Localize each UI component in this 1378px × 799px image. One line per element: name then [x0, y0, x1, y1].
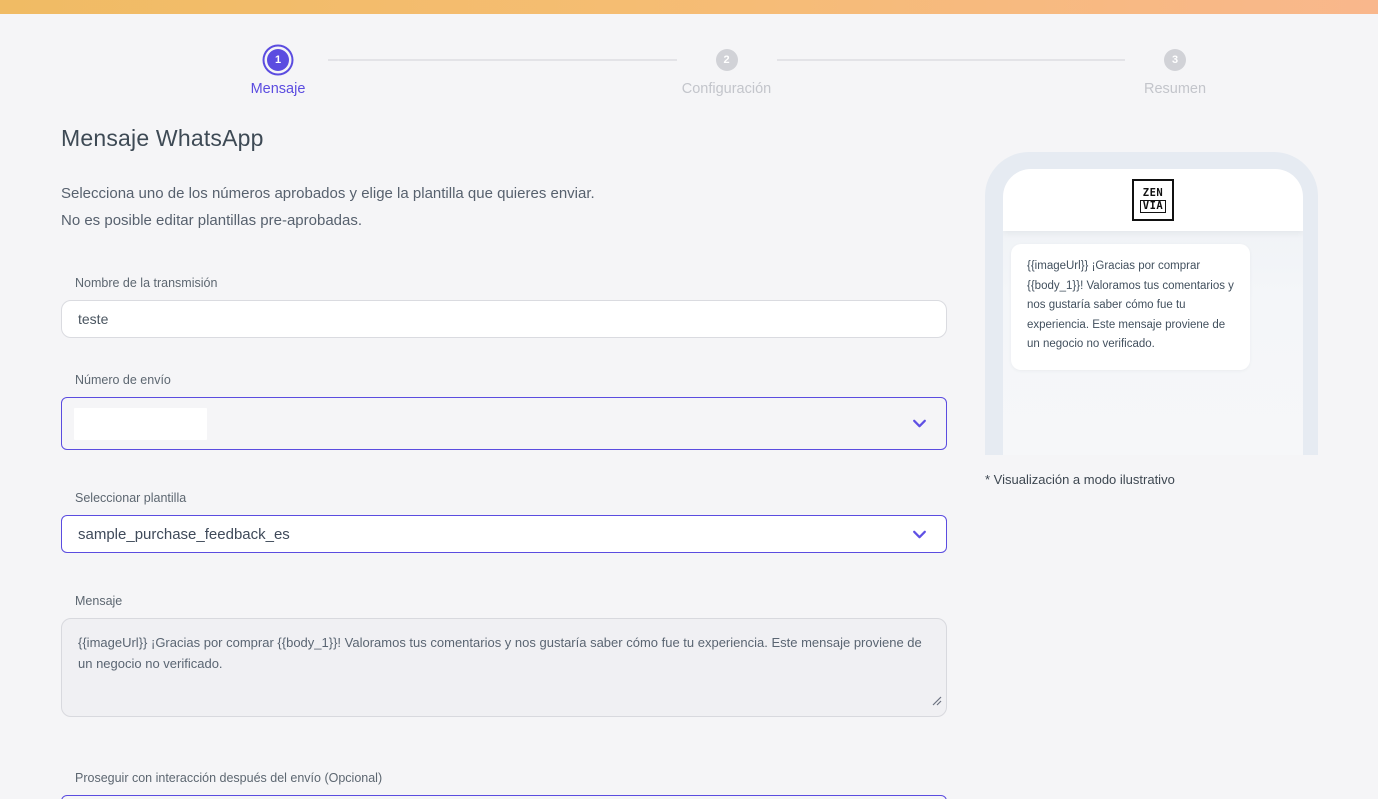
message-textarea[interactable]: {{imageUrl}} ¡Gracias por comprar {{body… [61, 618, 947, 717]
chevron-down-icon [911, 526, 928, 543]
form-column: Mensaje WhatsApp Selecciona uno de los n… [61, 125, 947, 799]
step-3-label: Resumen [1143, 81, 1207, 97]
step-1-label: Mensaje [250, 81, 306, 97]
preview-footnote: * Visualización a modo ilustrativo [985, 472, 1175, 487]
wizard-stepper: 1 Mensaje 2 Configuración 3 Resumen [228, 45, 1225, 97]
message-textarea-wrap: {{imageUrl}} ¡Gracias por comprar {{body… [61, 618, 947, 717]
template-select-value: sample_purchase_feedback_es [78, 525, 290, 543]
stepper-connector-1 [328, 59, 677, 61]
page-description: Selecciona uno de los números aprobados … [61, 180, 947, 234]
logo-text-top: ZEN [1142, 186, 1164, 199]
interaction-label: Proseguir con interacción después del en… [75, 771, 383, 785]
field-message: Mensaje {{imageUrl}} ¡Gracias por compra… [61, 594, 947, 717]
phone-screen: ZEN VIA {{imageUrl}} ¡Gracias por compra… [1003, 169, 1303, 455]
step-2-label: Configuración [681, 81, 772, 97]
field-transmission-name: Nombre de la transmisión [61, 276, 947, 338]
description-line-2: No es posible editar plantillas pre-apro… [61, 212, 363, 229]
description-line-1: Selecciona uno de los números aprobados … [61, 185, 595, 202]
phone-preview-mockup: ZEN VIA {{imageUrl}} ¡Gracias por compra… [985, 152, 1318, 455]
step-1-circle: 1 [267, 49, 289, 71]
sender-number-label: Número de envío [75, 373, 171, 387]
template-label: Seleccionar plantilla [75, 491, 187, 505]
field-template: Seleccionar plantilla sample_purchase_fe… [61, 491, 947, 553]
field-interaction: Proseguir con interacción después del en… [61, 771, 947, 799]
step-mensaje[interactable]: 1 Mensaje [228, 45, 328, 97]
field-sender-number: Número de envío [61, 373, 947, 450]
transmission-name-input[interactable] [61, 300, 947, 338]
template-select[interactable]: sample_purchase_feedback_es [61, 515, 947, 553]
stepper-connector-2 [776, 59, 1125, 61]
interaction-select[interactable]: Seleccionar interacción [61, 795, 947, 799]
top-gradient-bar [0, 0, 1378, 14]
message-preview-bubble: {{imageUrl}} ¡Gracias por comprar {{body… [1011, 244, 1250, 370]
logo-text-bottom: VIA [1139, 199, 1167, 213]
phone-header: ZEN VIA [1003, 169, 1303, 231]
chevron-down-icon [911, 415, 928, 432]
step-resumen[interactable]: 3 Resumen [1125, 45, 1225, 97]
sender-number-select[interactable] [61, 397, 947, 450]
step-3-circle: 3 [1164, 49, 1186, 71]
step-2-circle: 2 [715, 49, 738, 71]
page-title: Mensaje WhatsApp [61, 125, 264, 151]
transmission-name-label: Nombre de la transmisión [75, 276, 218, 290]
message-label: Mensaje [75, 594, 123, 608]
zenvia-logo-icon: ZEN VIA [1132, 179, 1174, 221]
step-configuracion[interactable]: 2 Configuración [677, 45, 777, 97]
redacted-number-overlay [74, 407, 207, 440]
